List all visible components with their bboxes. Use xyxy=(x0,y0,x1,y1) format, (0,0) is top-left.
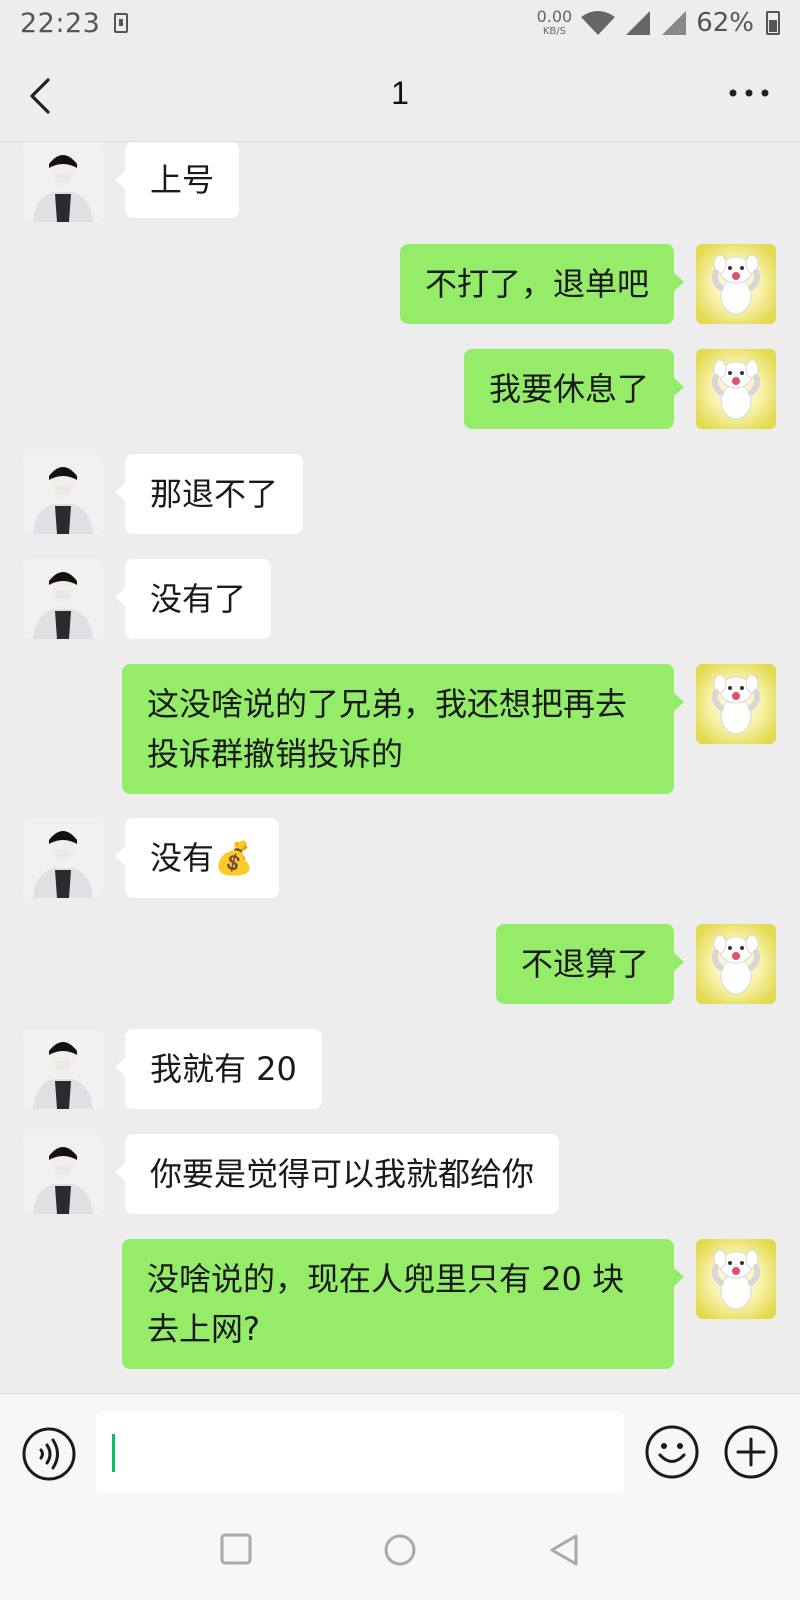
contact-avatar[interactable] xyxy=(23,1029,103,1109)
message-row: 我要休息了 xyxy=(0,349,800,429)
message-text: 上号 xyxy=(150,161,215,199)
contact-avatar[interactable] xyxy=(23,818,103,898)
my-avatar[interactable] xyxy=(696,244,776,324)
message-text: 我就有 20 xyxy=(150,1050,297,1088)
message-bubble-incoming[interactable]: 上号 xyxy=(114,142,240,218)
wifi-icon xyxy=(581,11,616,35)
contact-avatar[interactable] xyxy=(23,1134,103,1214)
battery-icon xyxy=(766,11,780,35)
message-list[interactable]: 上号 不打了，退单吧 我要休息了 那退不了 没有了 这没啥说的了兄弟，我还想把再… xyxy=(0,142,800,1392)
recent-apps-square-icon[interactable] xyxy=(220,1533,252,1565)
message-row: 没有了 xyxy=(0,559,800,639)
home-circle-icon[interactable] xyxy=(383,1533,417,1567)
message-text: 没啥说的，现在人兜里只有 20 块去上网? xyxy=(147,1260,625,1348)
message-bubble-outgoing[interactable]: 这没啥说的了兄弟，我还想把再去投诉群撤销投诉的 xyxy=(122,664,684,794)
message-row: 你要是觉得可以我就都给你 xyxy=(0,1134,800,1214)
chat-title: 1 xyxy=(391,75,409,111)
status-time: 22:23 xyxy=(20,7,101,39)
my-avatar[interactable] xyxy=(696,349,776,429)
my-avatar[interactable] xyxy=(696,1239,776,1319)
system-navigation-bar xyxy=(0,1503,800,1600)
message-text: 没有💰 xyxy=(150,839,254,877)
my-avatar[interactable] xyxy=(696,924,776,1004)
message-text: 没有了 xyxy=(150,580,247,618)
voice-input-icon[interactable] xyxy=(21,1426,77,1482)
message-row: 没啥说的，现在人兜里只有 20 块去上网? xyxy=(0,1239,800,1369)
signal-icon-1 xyxy=(626,11,651,35)
contact-avatar[interactable] xyxy=(23,142,103,222)
network-speed: 0.00 KB/S xyxy=(537,9,573,37)
message-bubble-outgoing[interactable]: 我要休息了 xyxy=(463,349,685,429)
message-text: 那退不了 xyxy=(150,475,279,513)
message-row: 没有💰 xyxy=(0,818,800,898)
message-text: 我要休息了 xyxy=(488,370,649,408)
back-triangle-icon[interactable] xyxy=(548,1533,580,1567)
battery-percent: 62% xyxy=(696,8,754,38)
my-avatar[interactable] xyxy=(696,664,776,744)
message-bubble-outgoing[interactable]: 没啥说的，现在人兜里只有 20 块去上网? xyxy=(122,1239,684,1369)
download-notification-icon xyxy=(114,13,129,33)
message-text: 不打了，退单吧 xyxy=(424,265,649,303)
message-text: 这没啥说的了兄弟，我还想把再去投诉群撤销投诉的 xyxy=(147,685,628,773)
message-row: 上号 xyxy=(0,142,800,222)
more-options-icon[interactable] xyxy=(728,86,770,100)
emoji-icon[interactable] xyxy=(644,1424,700,1480)
network-speed-value: 0.00 xyxy=(536,7,573,26)
network-speed-unit: KB/S xyxy=(542,26,566,37)
message-bubble-outgoing[interactable]: 不退算了 xyxy=(495,924,685,1004)
message-text: 你要是觉得可以我就都给你 xyxy=(150,1155,535,1193)
message-row: 我就有 20 xyxy=(0,1029,800,1109)
signal-icon-2 xyxy=(662,11,687,35)
message-row: 那退不了 xyxy=(0,454,800,534)
more-actions-plus-icon[interactable] xyxy=(723,1424,779,1480)
status-bar: 22:23 0.00 KB/S 62% xyxy=(0,0,800,46)
message-row: 这没啥说的了兄弟，我还想把再去投诉群撤销投诉的 xyxy=(0,664,800,794)
back-arrow-icon[interactable] xyxy=(26,76,56,116)
contact-avatar[interactable] xyxy=(23,559,103,639)
chat-header: 1 xyxy=(0,46,800,142)
message-input[interactable] xyxy=(96,1412,624,1492)
message-bubble-outgoing[interactable]: 不打了，退单吧 xyxy=(399,244,685,324)
message-bubble-incoming[interactable]: 那退不了 xyxy=(114,454,304,534)
message-bubble-incoming[interactable]: 我就有 20 xyxy=(115,1029,322,1109)
message-bubble-incoming[interactable]: 你要是觉得可以我就都给你 xyxy=(114,1134,560,1214)
chat-input-bar xyxy=(0,1393,800,1503)
message-bubble-incoming[interactable]: 没有💰 xyxy=(115,818,279,898)
message-text: 不退算了 xyxy=(520,945,649,983)
status-indicators: 0.00 KB/S 62% xyxy=(537,8,780,38)
message-bubble-incoming[interactable]: 没有了 xyxy=(114,559,272,639)
contact-avatar[interactable] xyxy=(23,454,103,534)
text-caret xyxy=(112,1434,115,1472)
message-row: 不打了，退单吧 xyxy=(0,244,800,324)
message-row: 不退算了 xyxy=(0,924,800,1004)
